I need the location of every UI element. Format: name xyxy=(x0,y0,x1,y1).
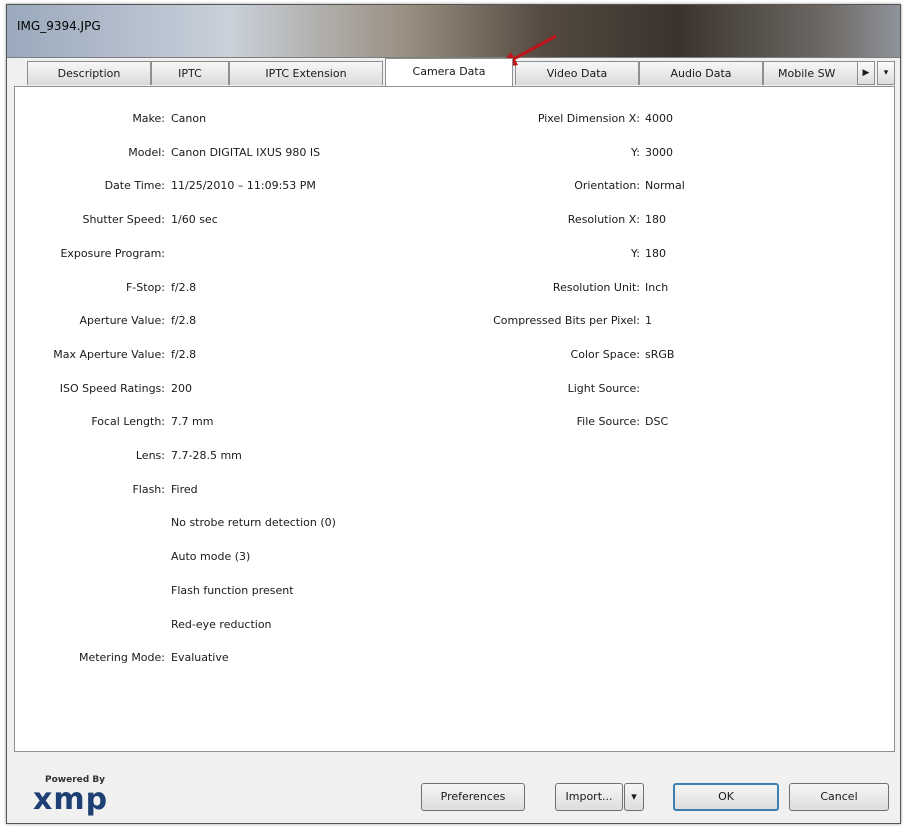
field-value: 180 xyxy=(645,246,666,260)
field-value: Flash function present xyxy=(171,583,294,597)
field-value: f/2.8 xyxy=(171,314,197,328)
field-label: F-Stop: xyxy=(125,280,165,294)
field-label: ISO Speed Ratings: xyxy=(59,381,165,395)
field-label: Metering Mode: xyxy=(78,651,165,665)
field-label: Make: xyxy=(132,112,165,125)
tab-strip: Description IPTC IPTC Extension Camera D… xyxy=(27,58,897,87)
field-label: Lens: xyxy=(135,449,165,462)
field-value: 7.7 mm xyxy=(171,415,214,429)
field-label: Pixel Dimension X: xyxy=(537,112,640,125)
field-label: Flash: xyxy=(132,482,165,496)
cancel-button[interactable]: Cancel xyxy=(789,783,889,811)
field-value: Canon xyxy=(171,112,207,125)
window-title: IMG_9394.JPG xyxy=(17,19,101,33)
field-label: File Source: xyxy=(576,415,640,429)
field-label: Shutter Speed: xyxy=(82,213,165,227)
file-info-dialog: IMG_9394.JPG Description IPTC IPTC Exten… xyxy=(6,4,901,824)
field-label: Resolution Unit: xyxy=(552,280,640,294)
field-value: Normal xyxy=(645,179,685,193)
field-label: Y: xyxy=(631,145,640,159)
field-value: 11/25/2010 – 11:09:53 PM xyxy=(171,179,316,193)
field-value: f/2.8 xyxy=(171,347,197,361)
tab-iptc-extension[interactable]: IPTC Extension xyxy=(229,61,383,85)
field-value: 4000 xyxy=(645,112,673,125)
tab-description[interactable]: Description xyxy=(27,61,151,85)
field-label: Focal Length: xyxy=(91,415,165,429)
ok-button[interactable]: OK xyxy=(673,783,779,811)
field-value: Evaluative xyxy=(171,651,229,665)
tab-iptc[interactable]: IPTC xyxy=(151,61,229,85)
title-bar[interactable]: IMG_9394.JPG xyxy=(7,5,900,58)
field-label: Color Space: xyxy=(570,347,640,361)
field-value: 180 xyxy=(645,213,666,227)
field-label: Orientation: xyxy=(574,179,640,193)
field-value: 3000 xyxy=(645,145,673,159)
field-label: Exposure Program: xyxy=(60,246,165,260)
import-button[interactable]: Import... xyxy=(555,783,623,811)
field-value: 1/60 sec xyxy=(171,213,218,227)
field-label: Model: xyxy=(128,145,165,159)
field-value: 1 xyxy=(645,314,652,328)
tab-list-dropdown-icon[interactable]: ▾ xyxy=(877,61,895,85)
tab-audio-data[interactable]: Audio Data xyxy=(639,61,763,85)
tab-camera-data[interactable]: Camera Data xyxy=(385,58,513,86)
field-value: DSC xyxy=(645,415,669,429)
field-value: Inch xyxy=(645,280,669,294)
field-label: Max Aperture Value: xyxy=(53,347,165,361)
xmp-wordmark: xmp xyxy=(33,782,109,817)
field-label: Date Time: xyxy=(104,179,165,193)
field-value: Red-eye reduction xyxy=(171,617,272,631)
preferences-button[interactable]: Preferences xyxy=(421,783,525,811)
tab-video-data[interactable]: Video Data xyxy=(515,61,639,85)
field-value: sRGB xyxy=(645,347,675,361)
field-label: Compressed Bits per Pixel: xyxy=(493,314,640,328)
field-value: 200 xyxy=(171,381,192,395)
tab-scroll-right-icon[interactable]: ▶ xyxy=(857,61,875,85)
field-value: No strobe return detection (0) xyxy=(171,516,336,530)
field-value: 7.7-28.5 mm xyxy=(171,449,242,462)
field-label: Resolution X: xyxy=(567,213,640,227)
field-value: Canon DIGITAL IXUS 980 IS xyxy=(171,145,321,159)
field-value: f/2.8 xyxy=(171,280,197,294)
field-label: Aperture Value: xyxy=(79,314,165,328)
import-dropdown-button[interactable]: ▾ xyxy=(624,783,644,811)
field-value: Fired xyxy=(171,482,198,496)
field-label: Light Source: xyxy=(567,381,640,395)
field-value: Auto mode (3) xyxy=(171,550,251,564)
xmp-logo: Powered By xmp xyxy=(33,775,108,815)
field-label: Y: xyxy=(631,246,640,260)
